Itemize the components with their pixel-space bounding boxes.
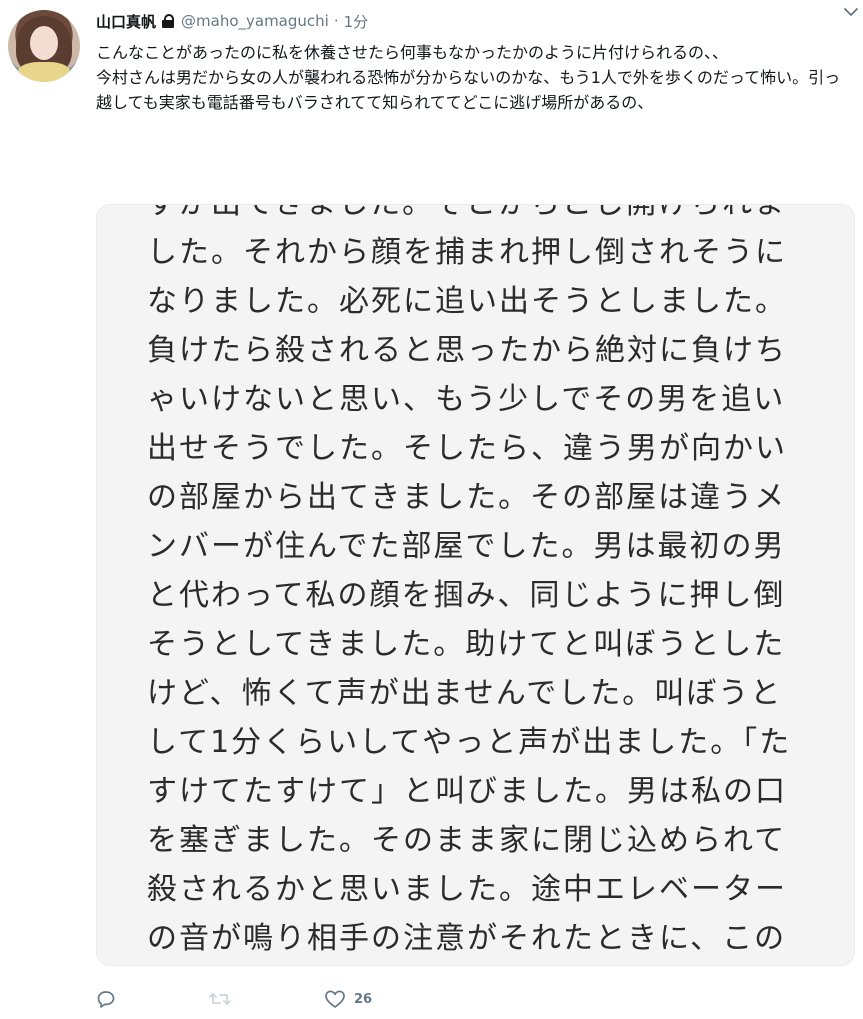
media-text-block: ずが出てきました。そこからこじ開けられま した。それから顔を捕まれ押し倒されそう… xyxy=(147,205,827,963)
like-count: 26 xyxy=(354,991,373,1007)
tweet-text-paragraph: こんなことがあったのに私を休養させたら何事もなかったかのように片付けられるの、、 xyxy=(96,43,729,62)
author-handle[interactable]: @maho_yamaguchi xyxy=(181,12,329,30)
retweet-button[interactable] xyxy=(208,989,232,1009)
author-name[interactable]: 山口真帆 xyxy=(96,11,156,32)
timestamp[interactable]: 1分 xyxy=(344,11,369,32)
tweet-text: こんなことがあったのに私を休養させたら何事もなかったかのように片付けられるの、、… xyxy=(96,40,854,115)
media-text-line: そうとしてきました。助けてと叫ぼうとした xyxy=(147,627,786,662)
avatar-face xyxy=(30,26,58,60)
media-text-line: けど、怖くて声が出ませんでした。叫ぼうと xyxy=(147,676,783,711)
media-text-line: の音が鳴り相手の注意がそれたときに、この xyxy=(147,921,787,956)
tweet-header: 山口真帆 @maho_yamaguchi · 1分 xyxy=(96,8,849,34)
media-text-line: 出せそうでした。そしたら、違う男が向かい xyxy=(147,431,787,466)
tweet: 山口真帆 @maho_yamaguchi · 1分 こんなことがあったのに私を休… xyxy=(0,0,863,1019)
media-text-line: ンバーが住んでた部屋でした。男は最初の男 xyxy=(147,529,786,564)
media-text-line: なりました。必死に追い出そうとしました。 xyxy=(147,284,787,319)
reply-icon xyxy=(96,989,116,1009)
media-image[interactable]: ずが出てきました。そこからこじ開けられま した。それから顔を捕まれ押し倒されそう… xyxy=(96,204,855,966)
avatar-shirt xyxy=(18,62,70,82)
avatar[interactable] xyxy=(8,10,80,82)
like-button[interactable]: 26 xyxy=(324,989,372,1009)
lock-icon xyxy=(161,14,175,28)
separator-dot: · xyxy=(333,12,339,30)
media-text-line: 殺されるかと思いました。途中エレベーター xyxy=(147,872,787,907)
media-text-line: した。それから顔を捕まれ押し倒されそうに xyxy=(147,235,787,270)
heart-icon xyxy=(324,989,346,1009)
media-text-line: と代わって私の顔を掴み、同じように押し倒 xyxy=(147,578,786,613)
media-text-line: して1分くらいしてやっと声が出ました。「た xyxy=(147,725,792,760)
media-text-line: ゃいけないと思い、もう少しでその男を追い xyxy=(147,382,786,417)
reply-button[interactable] xyxy=(96,989,116,1009)
tweet-text-paragraph: 今村さんは男だから女の人が襲われる恐怖が分からないのかな、もう1人で外を歩くのだ… xyxy=(96,68,841,112)
media-text-line: の部屋から出てきました。その部屋は違うメ xyxy=(147,480,787,515)
media-text-line: を塞ぎました。そのまま家に閉じ込められて xyxy=(147,823,787,858)
media-text-line: ずが出てきました。そこからこじ開けられま xyxy=(147,205,827,228)
chevron-down-icon[interactable] xyxy=(843,4,859,20)
retweet-icon xyxy=(208,989,232,1009)
media-text-line: すけてたすけて」と叫びました。男は私の口 xyxy=(147,774,787,809)
media-text-line: 負けたら殺されると思ったから絶対に負けち xyxy=(147,333,787,368)
tweet-actions: 26 xyxy=(96,984,464,1014)
